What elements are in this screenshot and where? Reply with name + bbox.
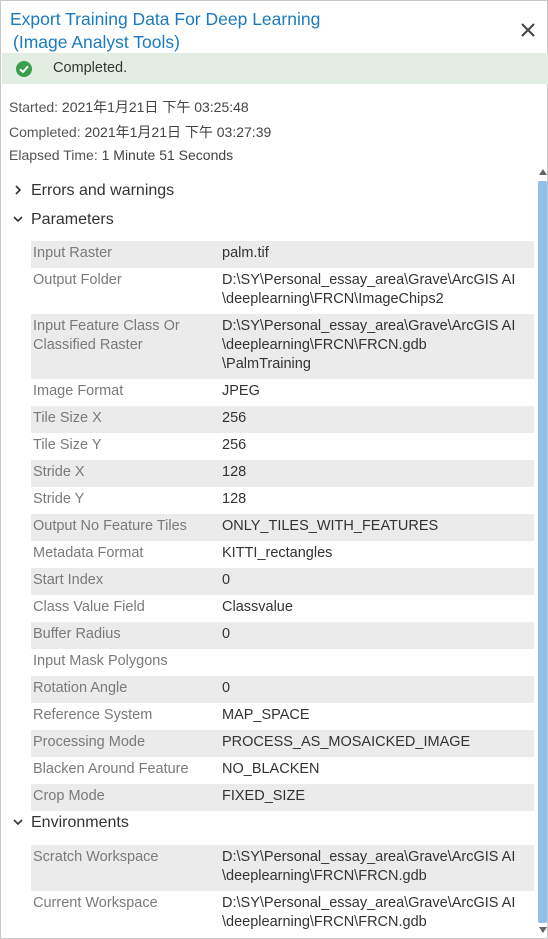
title-line-1: Export Training Data For Deep Learning xyxy=(10,9,321,29)
parameter-name: Class Value Field xyxy=(33,599,145,615)
scrollbar-thumb[interactable] xyxy=(538,181,547,923)
parameter-value: Classvalue xyxy=(222,599,293,615)
started-value: 2021年1月21日 下午 03:25:48 xyxy=(61,99,249,115)
parameter-value: KITTI_rectangles xyxy=(222,545,333,561)
environments-section-label: Environments xyxy=(31,814,129,831)
parameter-name: Output No Feature Tiles xyxy=(33,518,187,534)
elapsed-label: Elapsed Time: xyxy=(9,147,98,163)
parameter-row: Scratch Workspace D:\SY\Personal_essay_ar… xyxy=(31,845,534,891)
parameter-row: Processing Mode PROCESS_AS_MOSAICKED_IMAG… xyxy=(31,730,534,757)
parameter-row: Output Folder D:\SY\Personal_essay_area\G… xyxy=(31,268,534,314)
parameter-value: D:\SY\Personal_essay_area\Grave\ArcGIS A… xyxy=(222,895,516,930)
parameter-row: Metadata Format KITTI_rectangles xyxy=(31,541,534,568)
parameter-name: Processing Mode xyxy=(33,734,146,750)
parameter-name: Blacken Around Feature xyxy=(33,761,189,777)
parameter-value: D:\SY\Personal_essay_area\Grave\ArcGIS A… xyxy=(222,272,516,307)
parameter-value: palm.tif xyxy=(222,245,269,261)
chevron-down-icon xyxy=(13,814,31,832)
completed-line: Completed: 2021年1月21日 下午 03:27:39 xyxy=(9,122,271,142)
vertical-scrollbar[interactable] xyxy=(538,167,548,939)
parameter-name: Crop Mode xyxy=(33,788,105,804)
parameter-value: D:\SY\Personal_essay_area\Grave\ArcGIS A… xyxy=(222,318,516,372)
parameter-row: Stride X 128 xyxy=(31,460,534,487)
parameter-name: Rotation Angle xyxy=(33,680,128,696)
parameter-row: Current Workspace D:\SY\Personal_essay_ar… xyxy=(31,891,534,937)
scroll-up-icon[interactable] xyxy=(539,169,547,175)
parameter-row: Class Value Field Classvalue xyxy=(31,595,534,622)
parameter-value: 128 xyxy=(222,491,247,507)
parameter-name: Scratch Workspace xyxy=(33,849,159,865)
parameter-row: Start Index 0 xyxy=(31,568,534,595)
parameter-value: ONLY_TILES_WITH_FEATURES xyxy=(222,518,439,534)
parameter-row: Tile Size Y 256 xyxy=(31,433,534,460)
elapsed-value: 1 Minute 51 Seconds xyxy=(101,147,234,163)
parameter-value: MAP_SPACE xyxy=(222,707,310,723)
completed-value: 2021年1月21日 下午 03:27:39 xyxy=(84,124,272,140)
details-scroll-area: Errors and warnings Parameters Input Ras… xyxy=(1,175,537,939)
parameter-row: Tile Size X 256 xyxy=(31,406,534,433)
chevron-down-icon xyxy=(13,211,31,229)
parameter-value: 256 xyxy=(222,437,247,453)
parameter-value: FIXED_SIZE xyxy=(222,788,305,804)
parameter-name: Image Format xyxy=(33,383,124,399)
parameter-row: Input Mask Polygons xyxy=(31,649,534,676)
geoprocessing-result-panel: Export Training Data For Deep Learning (… xyxy=(0,0,548,939)
parameter-name: Input Raster xyxy=(33,245,112,261)
environments-section-header[interactable]: Environments xyxy=(13,812,129,834)
errors-section-header[interactable]: Errors and warnings xyxy=(13,180,174,202)
tool-title: Export Training Data For Deep Learning (… xyxy=(10,8,490,54)
parameter-row: Rotation Angle 0 xyxy=(31,676,534,703)
parameter-value: 128 xyxy=(222,464,247,480)
parameter-name: Buffer Radius xyxy=(33,626,121,642)
parameter-name: Stride X xyxy=(33,464,85,480)
parameters-section-header[interactable]: Parameters xyxy=(13,209,114,231)
started-label: Started: xyxy=(9,99,59,115)
close-icon[interactable] xyxy=(517,19,539,41)
parameter-row: Input Feature Class Or Classified Raster D… xyxy=(31,314,534,379)
parameter-value: NO_BLACKEN xyxy=(222,761,320,777)
parameters-section-label: Parameters xyxy=(31,211,114,228)
parameter-value: 0 xyxy=(222,572,231,588)
parameter-name: Tile Size X xyxy=(33,410,102,426)
parameter-row: Output No Feature Tiles ONLY_TILES_WITH_F… xyxy=(31,514,534,541)
status-bar: Completed. xyxy=(2,53,548,84)
parameter-name: Metadata Format xyxy=(33,545,144,561)
title-line-2: (Image Analyst Tools) xyxy=(13,32,180,52)
parameter-row: Blacken Around Feature NO_BLACKEN xyxy=(31,757,534,784)
parameter-name: Output Folder xyxy=(33,272,122,288)
completed-label: Completed: xyxy=(9,124,81,140)
elapsed-line: Elapsed Time: 1 Minute 51 Seconds xyxy=(9,147,233,163)
parameter-value: JPEG xyxy=(222,383,260,399)
errors-section-label: Errors and warnings xyxy=(31,182,175,199)
parameter-row: Crop Mode FIXED_SIZE xyxy=(31,784,534,811)
parameter-row: Buffer Radius 0 xyxy=(31,622,534,649)
status-text: Completed. xyxy=(53,60,128,76)
parameter-name: Tile Size Y xyxy=(33,437,102,453)
parameter-row: Stride Y 128 xyxy=(31,487,534,514)
parameter-value: 256 xyxy=(222,410,247,426)
parameter-value: 0 xyxy=(222,626,231,642)
parameter-name: Input Mask Polygons xyxy=(33,653,168,669)
parameter-name: Current Workspace xyxy=(33,895,158,911)
parameter-row: Reference System MAP_SPACE xyxy=(31,703,534,730)
parameter-row: Image Format JPEG xyxy=(31,379,534,406)
parameter-value: PROCESS_AS_MOSAICKED_IMAGE xyxy=(222,734,471,750)
chevron-right-icon xyxy=(13,182,31,200)
parameter-value: D:\SY\Personal_essay_area\Grave\ArcGIS A… xyxy=(222,849,516,884)
parameter-name: Input Feature Class Or Classified Raster xyxy=(33,318,180,353)
started-line: Started: 2021年1月21日 下午 03:25:48 xyxy=(9,97,249,117)
parameter-row: Input Raster palm.tif xyxy=(31,241,534,268)
check-circle-icon xyxy=(16,61,32,77)
parameter-name: Stride Y xyxy=(33,491,85,507)
parameter-name: Reference System xyxy=(33,707,153,723)
scroll-down-icon[interactable] xyxy=(539,927,547,933)
parameter-name: Start Index xyxy=(33,572,104,588)
parameter-value: 0 xyxy=(222,680,231,696)
